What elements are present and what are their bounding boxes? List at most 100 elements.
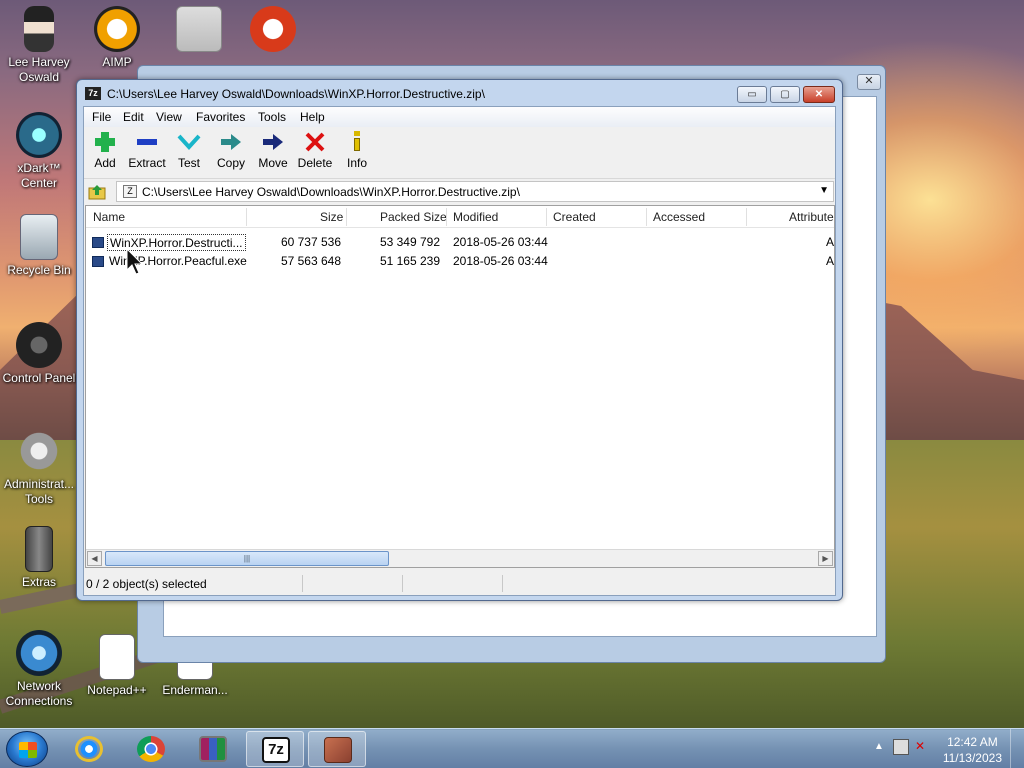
file-row[interactable]: WinXP.Horror.Peacful.exe 57 563 648 51 1… — [86, 252, 834, 271]
delete-button[interactable]: Delete — [293, 131, 337, 170]
taskbar-winrar[interactable] — [184, 731, 242, 767]
menu-view[interactable]: View — [156, 110, 182, 124]
copy-label: Copy — [216, 156, 245, 170]
exe-file-icon — [92, 237, 104, 248]
recycle-bin-icon — [20, 214, 58, 260]
title-bar[interactable]: 7z C:\Users\Lee Harvey Oswald\Downloads\… — [77, 80, 842, 106]
network-icon — [16, 630, 62, 676]
desktop-icon-label: Enderman... — [162, 683, 228, 697]
internet-explorer-icon — [75, 736, 103, 762]
desktop-icon-label: Lee Harvey Oswald — [8, 55, 70, 84]
column-packed-size[interactable]: Packed Size — [380, 210, 447, 224]
desktop-icon-label: Control Panel — [2, 371, 76, 385]
test-button[interactable]: Test — [167, 131, 211, 170]
status-bar: 0 / 2 object(s) selected — [84, 573, 835, 595]
taskbar-7zip[interactable]: 7z — [246, 731, 304, 767]
start-button[interactable] — [6, 731, 48, 767]
xdark-icon — [16, 112, 62, 158]
column-divider[interactable] — [646, 208, 647, 226]
column-attribute[interactable]: Attribute — [789, 210, 834, 224]
window-manager-icon — [324, 737, 352, 763]
column-divider[interactable] — [746, 208, 747, 226]
extract-button[interactable]: Extract — [125, 131, 169, 170]
desktop-icon-network[interactable]: Network Connections — [0, 630, 78, 709]
desktop-icon-recycle-bin[interactable]: Recycle Bin — [0, 214, 78, 278]
column-modified[interactable]: Modified — [453, 210, 498, 224]
copy-button[interactable]: Copy — [209, 131, 253, 170]
show-hidden-icons-arrow-icon[interactable]: ▲ — [874, 741, 884, 752]
7zip-icon: 7z — [262, 737, 290, 763]
maximize-button[interactable]: ▢ — [770, 86, 800, 103]
network-tray-icon[interactable] — [893, 739, 909, 755]
background-window-close-button[interactable]: ✕ — [857, 74, 881, 90]
menu-tools[interactable]: Tools — [258, 110, 286, 124]
mouse-cursor-icon — [126, 248, 144, 275]
column-divider[interactable] — [446, 208, 447, 226]
address-field[interactable]: Z C:\Users\Lee Harvey Oswald\Downloads\W… — [116, 181, 834, 202]
menu-favorites[interactable]: Favorites — [196, 110, 245, 124]
file-attribute: A — [825, 235, 834, 249]
desktop-icon-extras[interactable]: Extras — [0, 526, 78, 590]
add-label: Add — [94, 156, 116, 170]
desktop-icon-xdark[interactable]: xDark™ Center — [0, 112, 78, 191]
close-button[interactable]: ✕ — [803, 86, 835, 103]
volume-muted-icon[interactable]: ✕ — [915, 739, 931, 755]
column-size[interactable]: Size — [320, 210, 343, 224]
menu-file[interactable]: File — [92, 110, 111, 124]
move-arrow-icon — [261, 131, 285, 153]
minus-icon — [135, 131, 159, 153]
taskbar-google-chrome[interactable] — [122, 731, 180, 767]
desktop-icon-label: Administrat... Tools — [3, 477, 75, 506]
clock-time: 12:42 AM — [947, 735, 998, 749]
info-label: Info — [346, 156, 367, 170]
minimize-button[interactable]: ▭ — [737, 86, 767, 103]
info-button[interactable]: Info — [335, 131, 379, 170]
file-attribute: A — [825, 254, 834, 268]
address-path: C:\Users\Lee Harvey Oswald\Downloads\Win… — [142, 185, 520, 199]
desktop-icon-app[interactable] — [234, 6, 312, 55]
move-label: Move — [258, 156, 288, 170]
add-button[interactable]: Add — [83, 131, 127, 170]
7zip-app-icon: 7z — [85, 87, 101, 100]
column-divider[interactable] — [546, 208, 547, 226]
address-bar: Z C:\Users\Lee Harvey Oswald\Downloads\W… — [84, 180, 835, 204]
scroll-left-arrow-icon[interactable]: ◀ — [87, 551, 102, 566]
menu-bar: File Edit View Favorites Tools Help — [84, 107, 835, 127]
desktop-icon-label: xDark™ Center — [17, 161, 61, 190]
scroll-right-arrow-icon[interactable]: ▶ — [818, 551, 833, 566]
desktop-icon-label: Extras — [21, 575, 56, 589]
desktop-icon-user[interactable]: Lee Harvey Oswald — [0, 6, 78, 85]
file-row[interactable]: WinXP.Horror.Destructi... 60 737 536 53 … — [86, 233, 834, 252]
desktop-icon-control-panel[interactable]: Control Panel — [0, 322, 78, 386]
column-created[interactable]: Created — [553, 210, 596, 224]
info-icon — [345, 131, 369, 153]
7zip-file-manager-window[interactable]: 7z C:\Users\Lee Harvey Oswald\Downloads\… — [76, 79, 843, 601]
horizontal-scrollbar[interactable]: ◀ ||| ▶ — [86, 549, 834, 567]
move-button[interactable]: Move — [251, 131, 295, 170]
desktop-icon-settings[interactable] — [160, 6, 238, 55]
column-divider[interactable] — [346, 208, 347, 226]
taskbar: 7z ▲ ✕ 12:42 AM 11/13/2023 — [0, 728, 1024, 768]
user-figure-icon — [24, 6, 54, 52]
status-divider — [502, 575, 503, 592]
gear-file-icon — [176, 6, 222, 52]
taskbar-window-manager[interactable] — [308, 731, 366, 767]
menu-edit[interactable]: Edit — [123, 110, 144, 124]
taskbar-internet-explorer[interactable] — [60, 731, 118, 767]
control-panel-icon — [16, 322, 62, 368]
exe-file-icon — [92, 256, 104, 267]
status-divider — [402, 575, 403, 592]
column-name[interactable]: Name — [93, 210, 125, 224]
show-desktop-button[interactable] — [1010, 729, 1024, 768]
desktop-icon-aimp[interactable]: AIMP — [78, 6, 156, 70]
column-accessed[interactable]: Accessed — [653, 210, 705, 224]
address-dropdown-arrow-icon[interactable]: ▼ — [819, 185, 829, 196]
desktop-icon-admin-tools[interactable]: Administrat... Tools — [0, 428, 78, 507]
folder-up-button[interactable] — [88, 183, 106, 200]
menu-help[interactable]: Help — [300, 110, 325, 124]
file-list[interactable]: Name Size Packed Size Modified Created A… — [85, 205, 835, 568]
taskbar-clock[interactable]: 12:42 AM 11/13/2023 — [943, 734, 1002, 766]
column-divider[interactable] — [246, 208, 247, 226]
scrollbar-thumb[interactable]: ||| — [105, 551, 389, 566]
app-icon — [250, 6, 296, 52]
